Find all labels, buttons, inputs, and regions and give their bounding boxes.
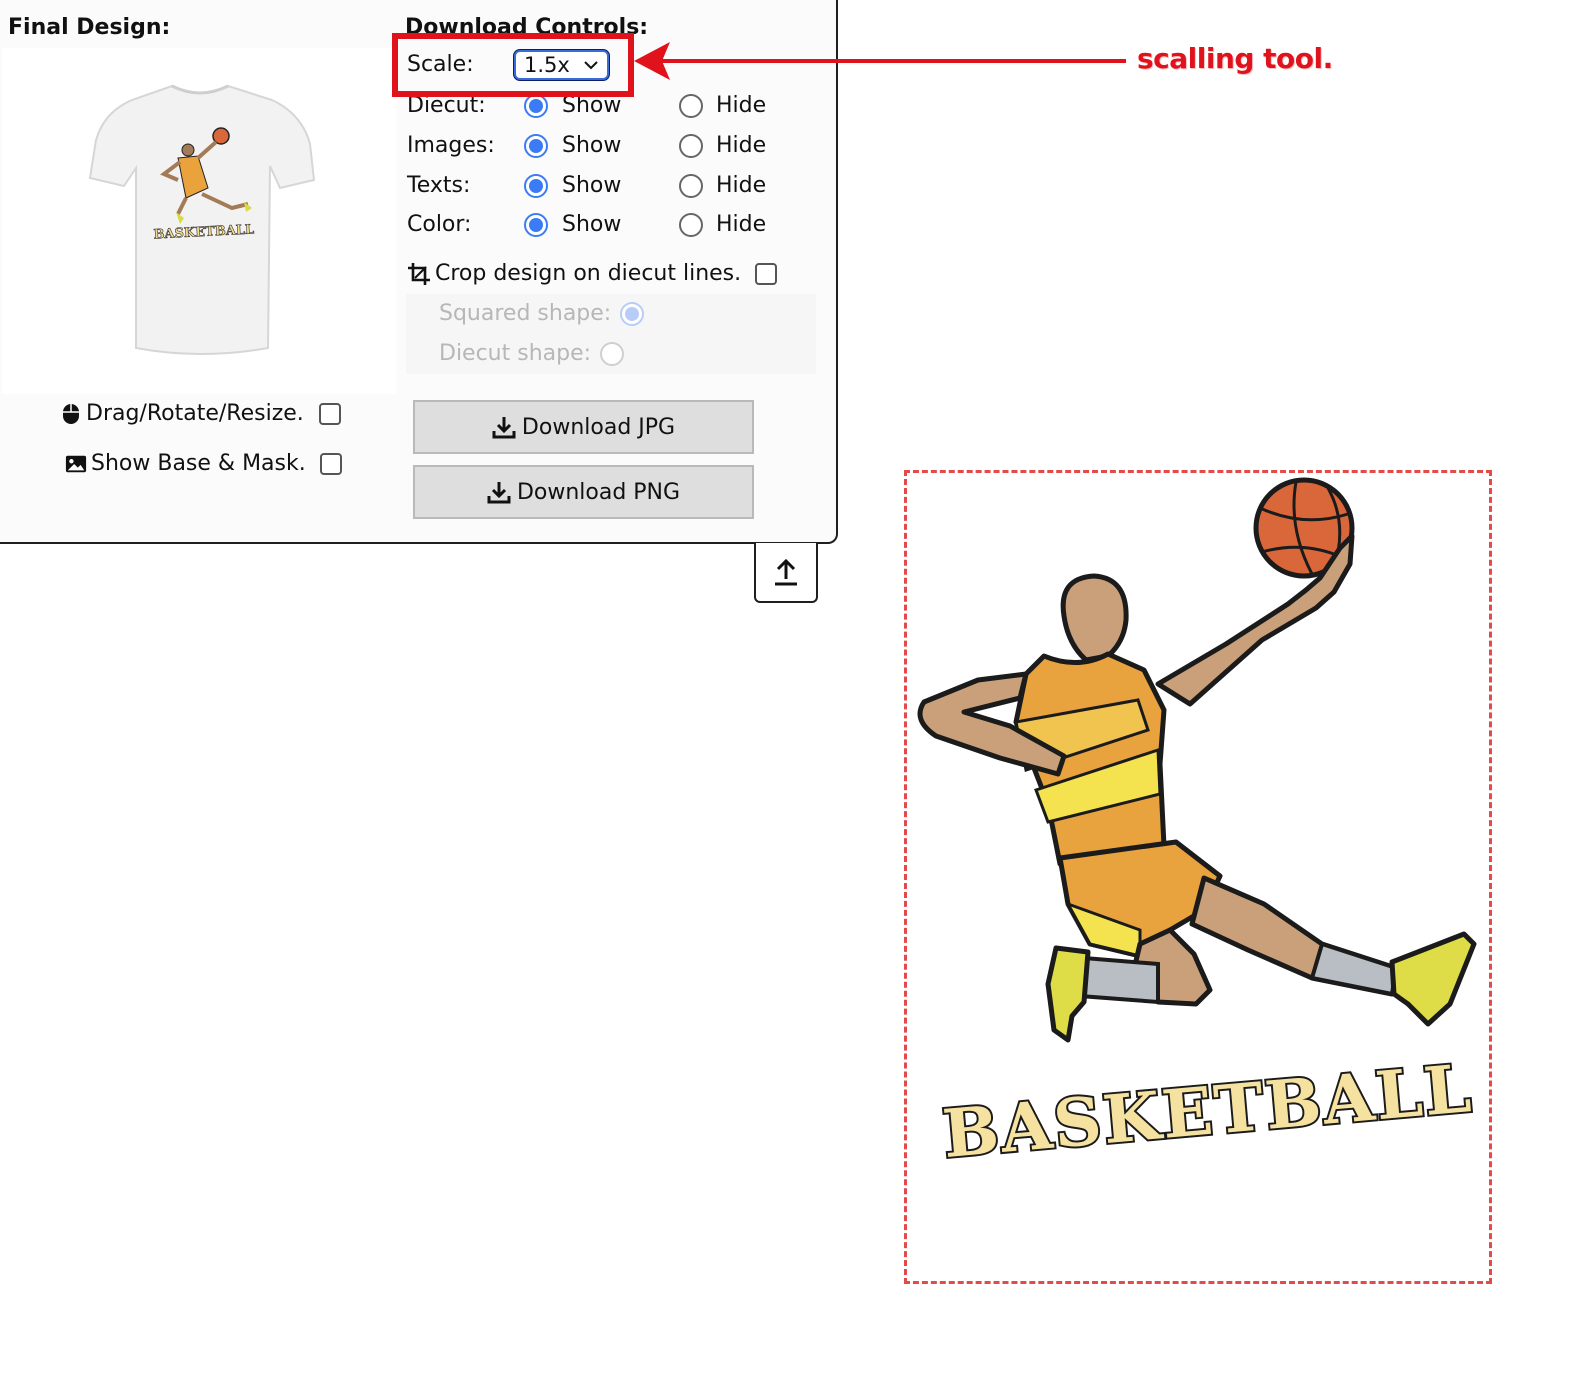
squared-shape-radio[interactable] xyxy=(620,302,644,326)
texts-hide-label: Hide xyxy=(716,173,767,198)
squared-shape-label: Squared shape: xyxy=(439,301,612,326)
drag-rotate-resize-option: Drag/Rotate/Resize. xyxy=(60,400,341,428)
download-jpg-button[interactable]: Download JPG xyxy=(413,400,754,454)
texts-hide-radio[interactable] xyxy=(679,174,703,198)
download-jpg-label: Download JPG xyxy=(521,414,676,440)
diecut-shape-label: Diecut shape: xyxy=(439,341,592,366)
images-hide-radio[interactable] xyxy=(679,134,703,158)
scale-highlight-box xyxy=(392,33,634,97)
image-icon xyxy=(65,453,87,475)
color-label: Color: xyxy=(407,212,472,237)
download-icon xyxy=(492,415,516,439)
diecut-hide-label: Hide xyxy=(716,93,767,118)
download-png-label: Download PNG xyxy=(516,479,681,505)
show-base-mask-option: Show Base & Mask. xyxy=(65,450,342,478)
final-design-title: Final Design: xyxy=(8,15,171,40)
show-base-mask-checkbox[interactable] xyxy=(319,453,342,475)
design-title-text: BASKETBALL xyxy=(940,1049,1476,1173)
color-hide-radio[interactable] xyxy=(679,213,703,237)
upload-icon xyxy=(775,558,797,586)
player-head xyxy=(1060,573,1129,663)
diecut-shape-radio[interactable] xyxy=(600,342,624,366)
annotation-arrow xyxy=(634,42,1126,80)
player-shoe-right xyxy=(1389,931,1477,1027)
drag-rotate-resize-checkbox[interactable] xyxy=(318,403,341,425)
scaling-tool-callout: scalling tool. xyxy=(1137,42,1333,75)
crop-option: Crop design on diecut lines. xyxy=(407,260,778,288)
mouse-icon xyxy=(60,403,82,425)
diecut-show-radio[interactable] xyxy=(524,94,548,118)
crop-label: Crop design on diecut lines. xyxy=(435,261,742,286)
images-show-radio[interactable] xyxy=(524,134,548,158)
collapse-panel-button[interactable] xyxy=(754,543,818,603)
images-label: Images: xyxy=(407,133,495,158)
tshirt-preview-image: BASKETBALL xyxy=(88,84,316,355)
texts-label: Texts: xyxy=(407,173,471,198)
crop-icon xyxy=(407,262,431,286)
player-shoe-left xyxy=(1045,945,1091,1043)
color-hide-label: Hide xyxy=(716,212,767,237)
color-show-radio[interactable] xyxy=(524,213,548,237)
images-hide-label: Hide xyxy=(716,133,767,158)
images-show-label: Show xyxy=(562,133,622,158)
show-base-mask-label: Show Base & Mask. xyxy=(91,451,306,476)
tshirt-preview: BASKETBALL xyxy=(2,48,397,394)
diecut-hide-radio[interactable] xyxy=(679,94,703,118)
texts-show-radio[interactable] xyxy=(524,174,548,198)
basketball-design[interactable]: BASKETBALL xyxy=(908,474,1488,1280)
drag-rotate-resize-label: Drag/Rotate/Resize. xyxy=(86,401,304,426)
texts-show-label: Show xyxy=(562,173,622,198)
download-png-button[interactable]: Download PNG xyxy=(413,465,754,519)
crop-checkbox[interactable] xyxy=(755,263,778,285)
download-icon xyxy=(487,480,511,504)
color-show-label: Show xyxy=(562,212,622,237)
